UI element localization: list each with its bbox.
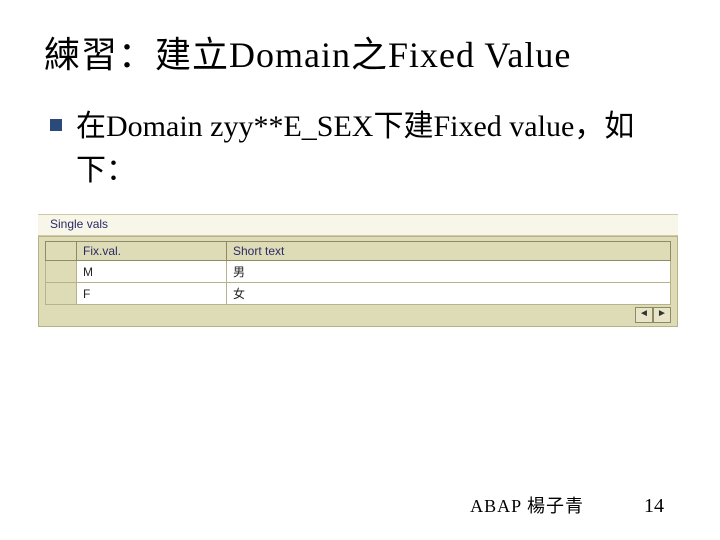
table-row: F 女 xyxy=(46,283,671,305)
sap-rowhead-blank xyxy=(46,242,77,261)
sap-row-selector[interactable] xyxy=(46,283,77,305)
slide-title: 練習：建立Domain之Fixed Value xyxy=(44,34,676,77)
sap-col-fixval: Fix.val. xyxy=(77,242,227,261)
sap-cell-fixval[interactable]: F xyxy=(77,283,227,305)
footer-page-number: 14 xyxy=(644,495,664,518)
sap-horizontal-scroll: ◄ ► xyxy=(45,305,671,323)
scroll-right-button[interactable]: ► xyxy=(653,307,671,323)
slide-body-text: 在Domain zyy**E_SEX下建Fixed value，如下： xyxy=(76,105,676,192)
bullet-square xyxy=(50,119,62,131)
sap-cell-shorttext[interactable]: 女 xyxy=(227,283,671,305)
sap-section-label: Single vals xyxy=(38,214,678,236)
footer-author: ABAP 楊子青 xyxy=(470,492,584,518)
sap-col-shorttext: Short text xyxy=(227,242,671,261)
scroll-left-button[interactable]: ◄ xyxy=(635,307,653,323)
table-row: M 男 xyxy=(46,261,671,283)
sap-cell-fixval[interactable]: M xyxy=(77,261,227,283)
sap-row-selector[interactable] xyxy=(46,261,77,283)
sap-cell-shorttext[interactable]: 男 xyxy=(227,261,671,283)
sap-screenshot: Single vals Fix.val. Short text xyxy=(38,214,678,327)
sap-fixed-values-table: Fix.val. Short text M 男 F 女 xyxy=(45,241,671,305)
